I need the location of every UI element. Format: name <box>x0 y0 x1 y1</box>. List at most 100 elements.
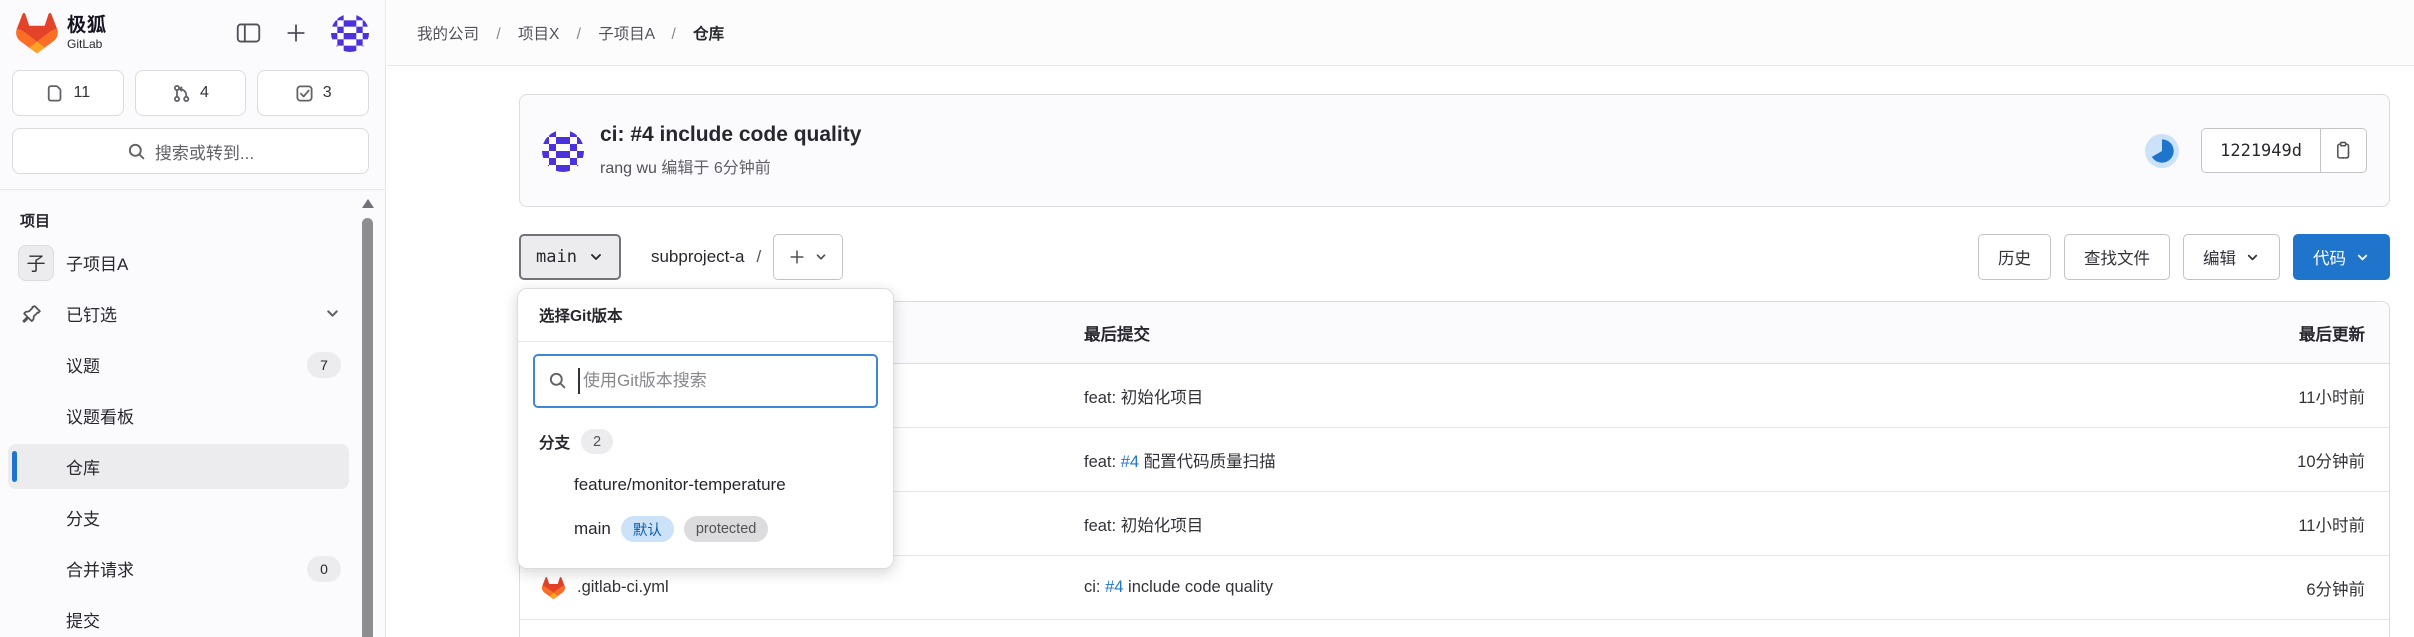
branches-group-label: 分支 <box>539 431 570 453</box>
ref-selector-dropdown: 选择Git版本 分支 2 feature/monitor-temperature… <box>517 288 894 569</box>
issues-label: 议题 <box>66 352 100 377</box>
sidebar-scrollbar[interactable] <box>361 196 375 637</box>
breadcrumb-separator: / <box>672 26 676 43</box>
path-separator: / <box>757 247 762 267</box>
sidebar-item-merge-requests[interactable]: 合并请求 0 <box>8 546 349 591</box>
default-badge: 默认 <box>621 516 674 542</box>
active-indicator <box>12 451 17 482</box>
branch-name: main <box>574 519 611 539</box>
commit-title-link[interactable]: ci: #4 include code quality <box>600 123 861 147</box>
chevron-down-icon[interactable] <box>324 305 341 322</box>
commit-message[interactable]: feat: 初始化项目 <box>1084 389 1203 407</box>
global-search-field[interactable]: 搜索或转到... <box>12 128 369 174</box>
protected-badge: protected <box>684 516 768 542</box>
merge-requests-count: 4 <box>200 84 209 102</box>
branch-option-main[interactable]: main 默认 protected <box>518 507 893 551</box>
breadcrumb-separator: / <box>577 26 581 43</box>
user-avatar[interactable] <box>331 14 369 52</box>
merge-requests-label: 合并请求 <box>66 556 134 581</box>
topbar: 我的公司 / 项目X / 子项目A / 仓库 <box>387 0 2414 66</box>
sidebar-item-commits[interactable]: 提交 <box>8 597 349 637</box>
sidebar-item-issues[interactable]: 议题 7 <box>8 342 349 387</box>
copy-sha-button[interactable] <box>2320 129 2366 172</box>
create-new-icon[interactable] <box>285 22 307 44</box>
main-content: ci: #4 include code quality rang wu 编辑于 … <box>387 67 2414 637</box>
issues-counter-button[interactable]: 11 <box>12 70 124 116</box>
commit-message[interactable]: ci: #4 include code quality <box>1084 578 1273 596</box>
text-cursor <box>578 368 580 394</box>
scrollbar-thumb[interactable] <box>362 218 373 637</box>
sidebar-item-project[interactable]: 子 子项目A <box>8 240 349 285</box>
issues-icon <box>46 84 65 103</box>
history-button[interactable]: 历史 <box>1978 234 2051 280</box>
issues-count: 11 <box>74 84 91 102</box>
sidebar-logo-row: 极狐 GitLab <box>0 0 385 66</box>
ref-toolbar: main subproject-a / 历史 查找文件 编辑 <box>519 234 2390 280</box>
commit-message[interactable]: feat: 初始化项目 <box>1084 517 1203 535</box>
brand-subname: GitLab <box>67 38 107 50</box>
last-update-time: 6分钟前 <box>2109 576 2389 600</box>
branches-count-badge: 2 <box>581 429 613 454</box>
breadcrumb-repository[interactable]: 仓库 <box>693 26 724 43</box>
breadcrumb: 我的公司 / 项目X / 子项目A / 仓库 <box>417 22 724 44</box>
issue-boards-label: 议题看板 <box>66 403 134 428</box>
collapse-sidebar-icon[interactable] <box>236 22 261 44</box>
brand-name: 极狐 <box>67 16 107 35</box>
repo-path-link[interactable]: subproject-a <box>651 247 745 267</box>
nav-section-title: 项目 <box>8 200 349 240</box>
global-search-placeholder: 搜索或转到... <box>155 139 254 164</box>
branch-selector-button[interactable]: main <box>519 234 621 280</box>
repository-label: 仓库 <box>66 454 100 479</box>
commit-message[interactable]: feat: #4 配置代码质量扫描 <box>1084 453 1276 471</box>
merge-requests-counter-button[interactable]: 4 <box>135 70 247 116</box>
last-update-time: 11小时前 <box>2109 384 2389 408</box>
sidebar-nav: 项目 子 子项目A 已钉选 议题 7 <box>8 200 349 637</box>
current-branch-name: main <box>536 247 577 267</box>
sidebar-divider <box>0 189 385 190</box>
issue-ref-link[interactable]: #4 <box>1105 578 1123 596</box>
pin-icon <box>22 304 42 324</box>
code-dropdown-button[interactable]: 代码 <box>2293 234 2390 280</box>
gitlab-logo[interactable]: 极狐 GitLab <box>16 13 107 53</box>
commit-edited-time: 编辑于 6分钟前 <box>661 160 770 177</box>
sidebar-item-issue-boards[interactable]: 议题看板 <box>8 393 349 438</box>
breadcrumb-project-x[interactable]: 项目X <box>518 26 559 43</box>
todos-icon <box>295 84 314 103</box>
breadcrumb-subproject-a[interactable]: 子项目A <box>598 26 654 43</box>
scrollbar-up-arrow[interactable] <box>362 199 374 208</box>
last-update-time: 10分钟前 <box>2109 448 2389 472</box>
merge-request-icon <box>172 84 191 103</box>
sidebar: 极狐 GitLab <box>0 0 386 637</box>
search-icon <box>127 142 146 161</box>
add-file-dropdown-button[interactable] <box>773 234 843 280</box>
branch-option-feature[interactable]: feature/monitor-temperature <box>518 463 893 507</box>
edit-dropdown-button[interactable]: 编辑 <box>2183 234 2280 280</box>
code-label: 代码 <box>2313 245 2346 269</box>
chevron-down-icon <box>2355 250 2370 265</box>
sidebar-item-branches[interactable]: 分支 <box>8 495 349 540</box>
sidebar-item-repository[interactable]: 仓库 <box>8 444 349 489</box>
branch-name: feature/monitor-temperature <box>574 475 786 495</box>
chevron-down-icon <box>814 250 828 264</box>
breadcrumb-company[interactable]: 我的公司 <box>417 26 479 43</box>
merge-requests-badge: 0 <box>307 556 341 582</box>
issue-ref-link[interactable]: #4 <box>1121 453 1139 471</box>
gitlab-repository-page: 极狐 GitLab <box>0 0 2414 637</box>
todos-count: 3 <box>323 84 332 102</box>
project-name-label: 子项目A <box>66 250 128 275</box>
ref-dropdown-title: 选择Git版本 <box>518 289 893 342</box>
commit-author-avatar[interactable] <box>542 130 584 172</box>
find-file-label: 查找文件 <box>2084 245 2150 269</box>
sidebar-item-pinned[interactable]: 已钉选 <box>8 291 349 336</box>
table-header-last-update: 最后更新 <box>2109 321 2389 345</box>
todos-counter-button[interactable]: 3 <box>257 70 369 116</box>
ref-search-input[interactable] <box>533 354 878 408</box>
find-file-button[interactable]: 查找文件 <box>2064 234 2170 280</box>
last-commit-card: ci: #4 include code quality rang wu 编辑于 … <box>519 94 2390 207</box>
chevron-down-icon <box>2245 250 2260 265</box>
file-name[interactable]: .gitlab-ci.yml <box>577 578 669 597</box>
pipeline-running-icon[interactable] <box>2145 134 2179 168</box>
sidebar-counters: 11 4 3 <box>12 70 369 116</box>
commits-label: 提交 <box>66 607 100 632</box>
commit-author-link[interactable]: rang wu <box>600 160 657 177</box>
